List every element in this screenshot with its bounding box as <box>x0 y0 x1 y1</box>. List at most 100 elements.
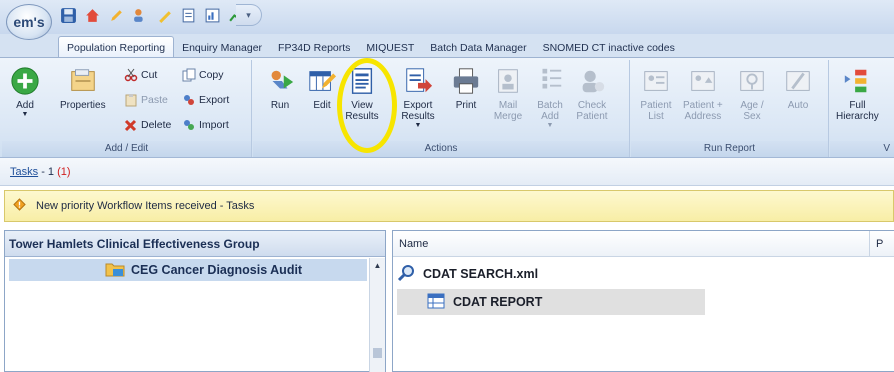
qat-pencil-icon[interactable] <box>106 5 127 26</box>
qat-report-icon[interactable] <box>202 5 223 26</box>
import-icon <box>182 118 196 132</box>
view-results-label-1: View <box>351 100 373 111</box>
export-results-label-1: Export <box>403 100 433 111</box>
mail-merge-button[interactable]: Mail Merge <box>491 64 525 122</box>
tasks-count: - 1 <box>41 166 55 178</box>
copy-button[interactable]: Copy <box>182 68 224 82</box>
notification-text: New priority Workflow Items received - T… <box>36 200 255 212</box>
tasks-link[interactable]: Tasks <box>10 166 38 178</box>
tab-enquiry-manager[interactable]: Enquiry Manager <box>174 38 270 58</box>
folder-icon <box>105 261 125 280</box>
group-label-add-edit: Add / Edit <box>2 141 251 157</box>
mail-merge-label-1: Mail <box>498 100 518 111</box>
qat-people-icon[interactable] <box>130 5 151 26</box>
qat-customize-icon[interactable]: ▾ <box>236 4 262 26</box>
auto-icon <box>781 64 815 98</box>
patient-address-button[interactable]: Patient + Address <box>683 64 723 122</box>
full-hierarchy-label-2: Hierarchy <box>836 111 879 122</box>
chevron-down-icon: ▼ <box>414 122 422 129</box>
qat-home-icon[interactable] <box>82 5 103 26</box>
warning-icon <box>13 198 26 214</box>
auto-button[interactable]: Auto <box>781 64 815 111</box>
age-sex-label-1: Age / <box>740 100 764 111</box>
tree-item-label: CEG Cancer Diagnosis Audit <box>131 263 303 277</box>
group-actions: Run Edit View Results Export Results ▼ P… <box>253 60 630 157</box>
group-label-actions: Actions <box>253 141 629 157</box>
column-header-name[interactable]: Name <box>399 238 428 250</box>
list-item-name: CDAT SEARCH.xml <box>423 267 539 281</box>
folder-tree-title: Tower Hamlets Clinical Effectiveness Gro… <box>5 231 385 257</box>
scroll-thumb[interactable] <box>373 348 382 358</box>
edit-button[interactable]: Edit <box>305 64 339 111</box>
tab-snomed-inactive-codes[interactable]: SNOMED CT inactive codes <box>535 38 683 58</box>
export-results-label-2: Results <box>401 111 435 122</box>
auto-label: Auto <box>787 100 809 111</box>
paste-button[interactable]: Paste <box>124 93 168 107</box>
run-label: Run <box>270 100 290 111</box>
import-button[interactable]: Import <box>182 118 229 132</box>
mail-merge-icon <box>491 64 525 98</box>
tab-fp34d-reports[interactable]: FP34D Reports <box>270 38 358 58</box>
mail-merge-label-2: Merge <box>493 111 523 122</box>
view-results-label-2: Results <box>345 111 379 122</box>
vertical-scrollbar[interactable]: ▲ <box>369 258 385 372</box>
notification-bar[interactable]: New priority Workflow Items received - T… <box>4 190 894 222</box>
tree-item-selected[interactable]: CEG Cancer Diagnosis Audit <box>9 259 367 281</box>
group-run-report: Patient List Patient + Address Age / Sex… <box>631 60 829 157</box>
export-button[interactable]: Export <box>182 93 229 107</box>
properties-icon <box>66 64 100 98</box>
tab-batch-data-manager[interactable]: Batch Data Manager <box>422 38 534 58</box>
patient-address-label-1: Patient + <box>683 100 723 111</box>
group-add-edit: Add ▼ Properties Cut Paste Delete Copy E… <box>2 60 252 157</box>
qat-save-icon[interactable] <box>58 5 79 26</box>
column-header-2[interactable]: P <box>869 231 883 257</box>
import-label: Import <box>199 119 229 131</box>
export-results-button[interactable]: Export Results ▼ <box>401 64 435 130</box>
list-header: Name P <box>393 231 894 257</box>
edit-icon <box>305 64 339 98</box>
properties-label: Properties <box>60 100 106 111</box>
report-icon <box>427 292 445 313</box>
delete-button[interactable]: Delete <box>124 118 171 132</box>
app-orb-button[interactable]: em's <box>6 4 52 40</box>
print-button[interactable]: Print <box>449 64 483 111</box>
view-results-icon <box>345 64 379 98</box>
patient-list-label-2: List <box>648 111 664 122</box>
group-view: Full Hierarchy V <box>830 60 894 157</box>
printer-icon <box>449 64 483 98</box>
search-icon <box>397 264 415 285</box>
scroll-up-icon[interactable]: ▲ <box>370 258 385 272</box>
tab-population-reporting[interactable]: Population Reporting <box>58 36 175 58</box>
scissors-icon <box>124 68 138 82</box>
copy-icon <box>182 68 196 82</box>
check-patient-label-1: Check <box>577 100 607 111</box>
batch-add-label-2: Add <box>541 111 559 122</box>
add-button[interactable]: Add ▼ <box>8 64 42 119</box>
age-sex-icon <box>735 64 769 98</box>
patient-address-icon <box>686 64 720 98</box>
qat-document-icon[interactable] <box>178 5 199 26</box>
group-label-view: V <box>830 141 894 157</box>
delete-label: Delete <box>141 119 172 131</box>
view-results-button[interactable]: View Results <box>345 64 379 122</box>
list-item[interactable]: CDAT SEARCH.xml <box>397 261 538 287</box>
patient-list-button[interactable]: Patient List <box>639 64 673 122</box>
list-item-name: CDAT REPORT <box>453 295 543 309</box>
cut-button[interactable]: Cut <box>124 68 157 82</box>
qat-wrench-icon[interactable] <box>154 5 175 26</box>
properties-button[interactable]: Properties <box>60 64 106 111</box>
app-orb-label: em's <box>13 14 45 30</box>
list-item-selected[interactable]: CDAT REPORT <box>397 289 705 315</box>
check-patient-button[interactable]: Check Patient <box>575 64 609 122</box>
tasks-new-count: (1) <box>57 166 71 178</box>
full-hierarchy-button[interactable]: Full Hierarchy <box>836 64 879 122</box>
patient-list-icon <box>639 64 673 98</box>
run-button[interactable]: Run <box>263 64 297 111</box>
check-patient-label-2: Patient <box>576 111 608 122</box>
tab-miquest[interactable]: MIQUEST <box>358 38 422 58</box>
chevron-down-icon: ▼ <box>546 122 554 129</box>
batch-add-button[interactable]: Batch Add ▼ <box>533 64 567 130</box>
age-sex-button[interactable]: Age / Sex <box>735 64 769 122</box>
check-patient-icon <box>575 64 609 98</box>
add-label: Add <box>16 100 34 111</box>
